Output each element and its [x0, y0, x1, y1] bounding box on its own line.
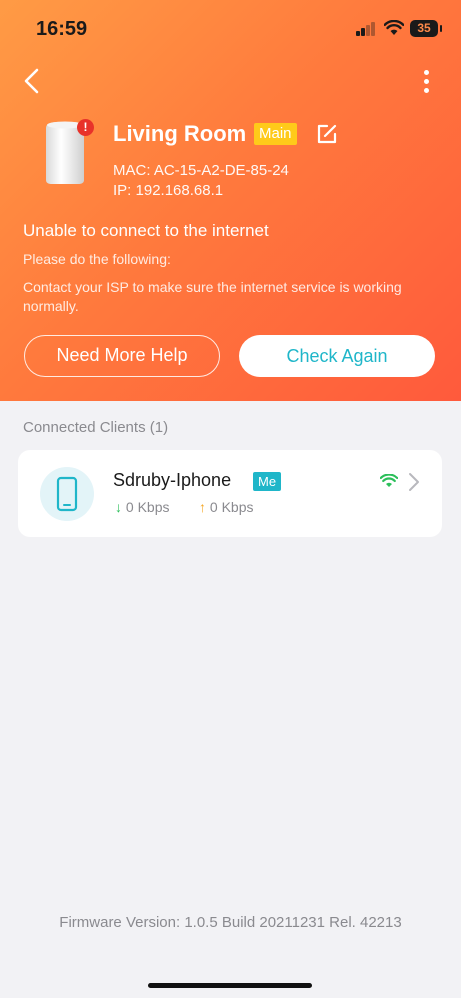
- device-name: Living Room: [113, 121, 247, 146]
- error-title: Unable to connect to the internet: [23, 221, 269, 240]
- alert-badge: !: [77, 119, 94, 136]
- download-arrow-icon: ↓: [115, 499, 122, 515]
- client-avatar: [40, 467, 94, 521]
- upload-speed: ↑ 0 Kbps: [199, 499, 253, 515]
- client-name: Sdruby-Iphone: [113, 470, 232, 490]
- wifi-signal-icon: [380, 474, 398, 487]
- client-list-item[interactable]: Sdruby-Iphone Me ↓ 0 Kbps ↑ 0 Kbps: [18, 450, 442, 537]
- check-again-button[interactable]: Check Again: [239, 335, 435, 377]
- download-speed-value: 0 Kbps: [125, 499, 170, 515]
- phone-icon: [56, 476, 78, 512]
- more-options-icon[interactable]: [420, 68, 434, 96]
- chevron-right-icon: [409, 473, 419, 491]
- need-more-help-button[interactable]: Need More Help: [24, 335, 220, 377]
- ip-address: IP: 192.168.68.1: [113, 182, 224, 199]
- upload-speed-value: 0 Kbps: [209, 499, 254, 515]
- error-subtitle: Please do the following:: [23, 251, 171, 267]
- connected-clients-title: Connected Clients (1): [23, 419, 169, 436]
- device-header: 16:59 35 ! Living Room Main MAC: AC-15-A…: [0, 0, 461, 401]
- error-description: Contact your ISP to make sure the intern…: [23, 279, 402, 314]
- back-arrow-icon[interactable]: [20, 66, 44, 96]
- me-badge: Me: [253, 472, 282, 491]
- firmware-version: Firmware Version: 1.0.5 Build 20211231 R…: [59, 914, 402, 931]
- edit-icon[interactable]: [315, 122, 339, 146]
- mac-address: MAC: AC-15-A2-DE-85-24: [113, 162, 289, 179]
- upload-arrow-icon: ↑: [199, 499, 206, 515]
- cellular-signal-icon: [356, 22, 376, 36]
- wifi-status-icon: [384, 20, 404, 35]
- download-speed: ↓ 0 Kbps: [115, 499, 169, 515]
- status-time: 16:59: [36, 18, 88, 40]
- status-bar: 16:59 35: [0, 0, 461, 56]
- home-indicator[interactable]: [148, 983, 312, 988]
- main-badge: Main: [254, 123, 297, 145]
- battery-icon: 35: [410, 20, 442, 37]
